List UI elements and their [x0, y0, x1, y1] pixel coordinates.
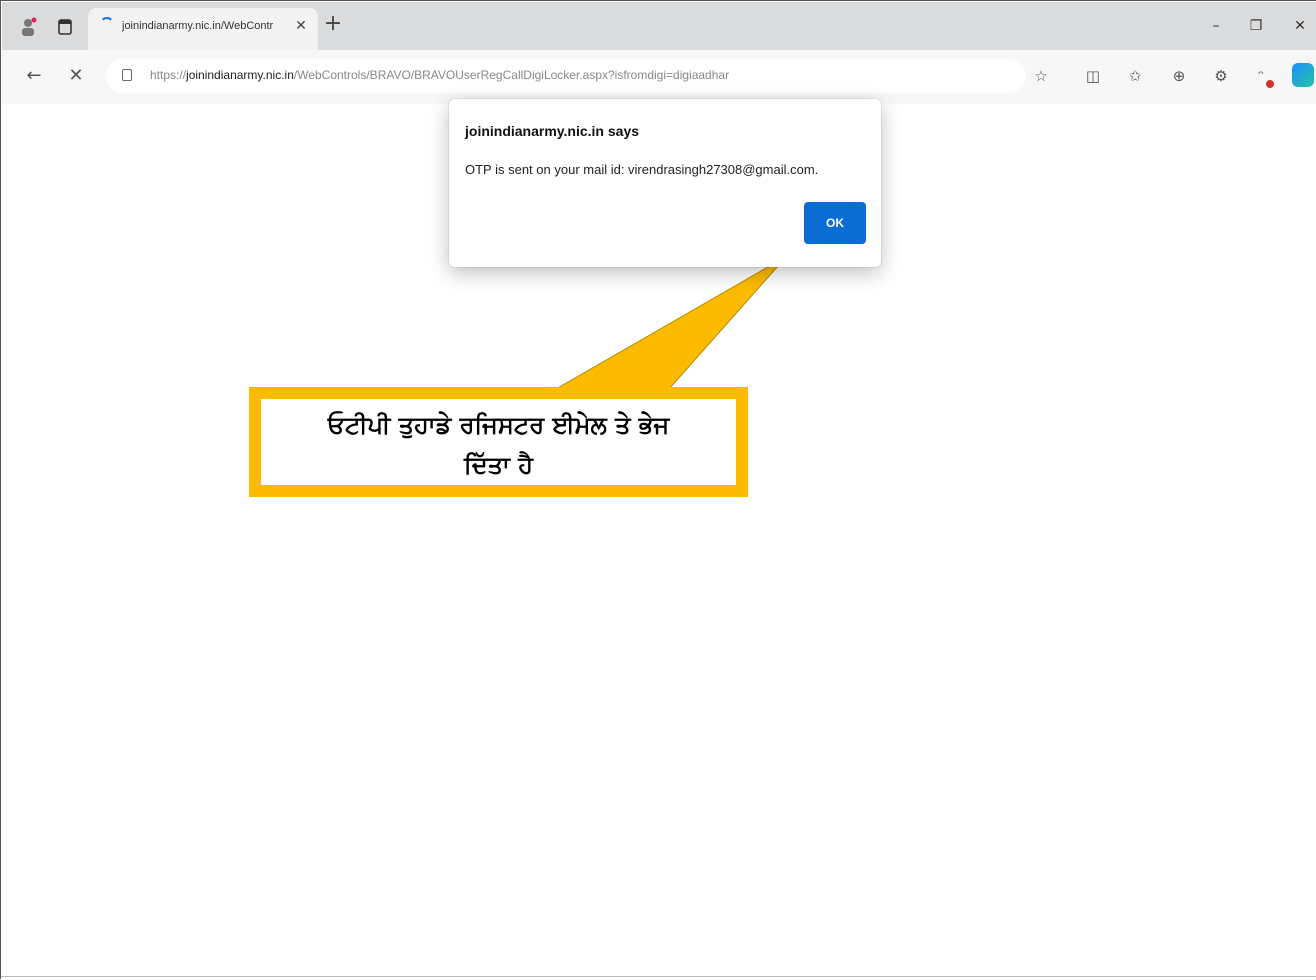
bottom-border: [1, 976, 1316, 977]
ok-button[interactable]: OK: [804, 202, 866, 244]
callout-line-1: ਓਟੀਪੀ ਤੁਹਾਡੇ ਰਜਿਸਟਰ ਈਮੇਲ ਤੇ ਭੇਜ: [327, 411, 670, 439]
callout-line-2: ਦਿੱਤਾ ਹੈ: [464, 451, 533, 479]
instruction-callout: ਓਟੀਪੀ ਤੁਹਾਡੇ ਰਜਿਸਟਰ ਈਮੇਲ ਤੇ ਭੇਜ ਦਿੱਤਾ ਹੈ: [249, 387, 748, 497]
alert-dialog: joinindianarmy.nic.in says OTP is sent o…: [449, 99, 881, 267]
dialog-title: joinindianarmy.nic.in says: [465, 123, 640, 139]
dialog-message: OTP is sent on your mail id: virendrasin…: [465, 162, 819, 177]
callout-text: ਓਟੀਪੀ ਤੁਹਾਡੇ ਰਜਿਸਟਰ ਈਮੇਲ ਤੇ ਭੇਜ ਦਿੱਤਾ ਹੈ: [261, 405, 736, 485]
browser-window: joinindianarmy.nic.in/WebContr ✕ + – ❐ ✕…: [0, 0, 1316, 979]
